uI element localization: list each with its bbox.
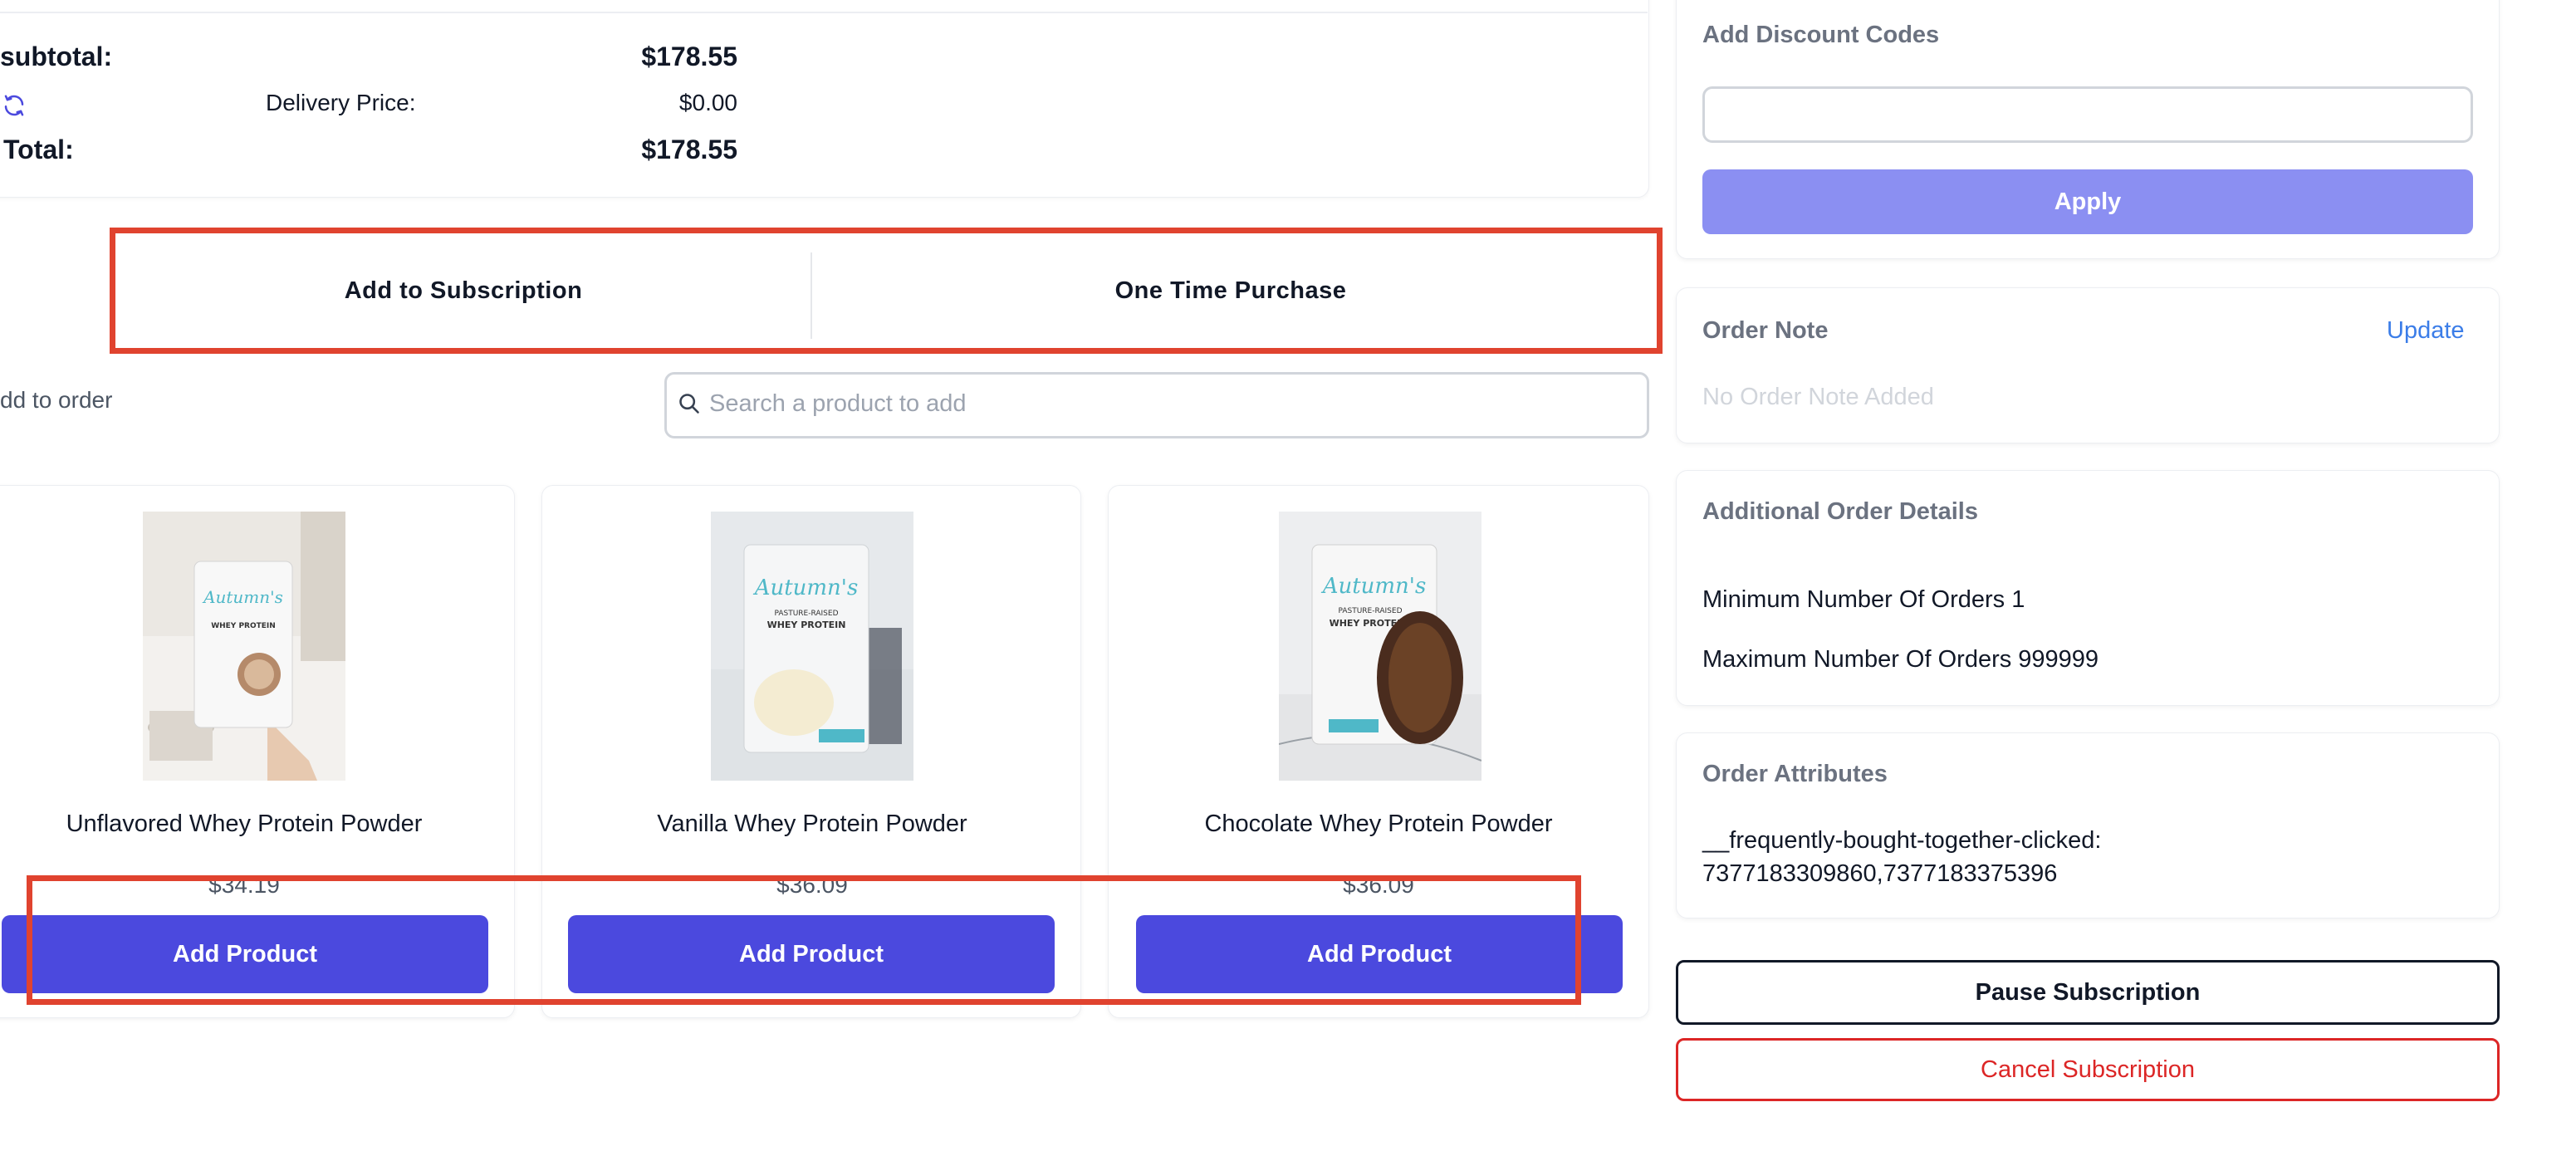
total-value: $178.55 [641,135,737,164]
order-attribute-key: __frequently-bought-together-clicked: [1702,827,2102,854]
product-image-line: PASTURE-RAISED [1338,607,1402,615]
subtotal-label: subtotal: [0,42,113,71]
order-summary-card [0,0,1649,198]
tab-add-to-subscription[interactable]: Add to Subscription [116,277,811,305]
product-image-brand: Autumn's [202,587,283,607]
delivery-price-value: $0.00 [678,90,737,115]
product-image-line: PASTURE-RAISED [774,610,838,618]
discount-code-input[interactable] [1702,86,2473,143]
min-orders-text: Minimum Number Of Orders 1 [1702,586,2025,613]
add-to-order-label: dd to order [0,387,113,413]
product-name: Vanilla Whey Protein Powder [657,811,967,837]
discount-title: Add Discount Codes [1702,22,1940,48]
total-label: Total: [3,135,74,164]
order-note-card [1676,287,2500,443]
order-attributes-title: Order Attributes [1702,761,1888,787]
add-product-highlight [27,875,1581,1005]
product-image-brand: Autumn's [1321,574,1427,599]
cancel-subscription-button[interactable]: Cancel Subscription [1676,1038,2500,1101]
refresh-icon[interactable] [2,93,27,118]
apply-button[interactable]: Apply [1702,169,2473,234]
order-note-update-link[interactable]: Update [2387,317,2465,345]
product-image-vanilla: Autumn's PASTURE-RAISED WHEY PROTEIN [711,512,913,781]
product-name: Chocolate Whey Protein Powder [1204,811,1553,837]
product-image-brand: Autumn's [753,576,859,600]
additional-details-title: Additional Order Details [1702,498,1978,525]
order-note-empty-text: No Order Note Added [1702,384,1934,410]
pause-subscription-button[interactable]: Pause Subscription [1676,960,2500,1025]
tab-one-time-purchase[interactable]: One Time Purchase [812,277,1649,305]
search-icon [678,392,701,415]
order-attribute-value: 7377183309860,7377183375396 [1702,860,2058,887]
product-image-line: WHEY PROTEIN [211,622,276,630]
search-input[interactable]: Search a product to add [709,390,967,418]
product-name: Unflavored Whey Protein Powder [66,811,423,837]
order-note-title: Order Note [1702,317,1829,344]
product-image-line: WHEY PROTEIN [767,620,846,630]
product-image-chocolate: Autumn's PASTURE-RAISED WHEY PROTEIN [1279,512,1481,781]
delivery-price-label: Delivery Price: [266,90,416,115]
divider [0,12,1648,13]
product-image-unflavored: Autumn's WHEY PROTEIN [143,512,345,781]
max-orders-text: Maximum Number Of Orders 999999 [1702,646,2099,673]
subtotal-value: $178.55 [641,42,737,71]
